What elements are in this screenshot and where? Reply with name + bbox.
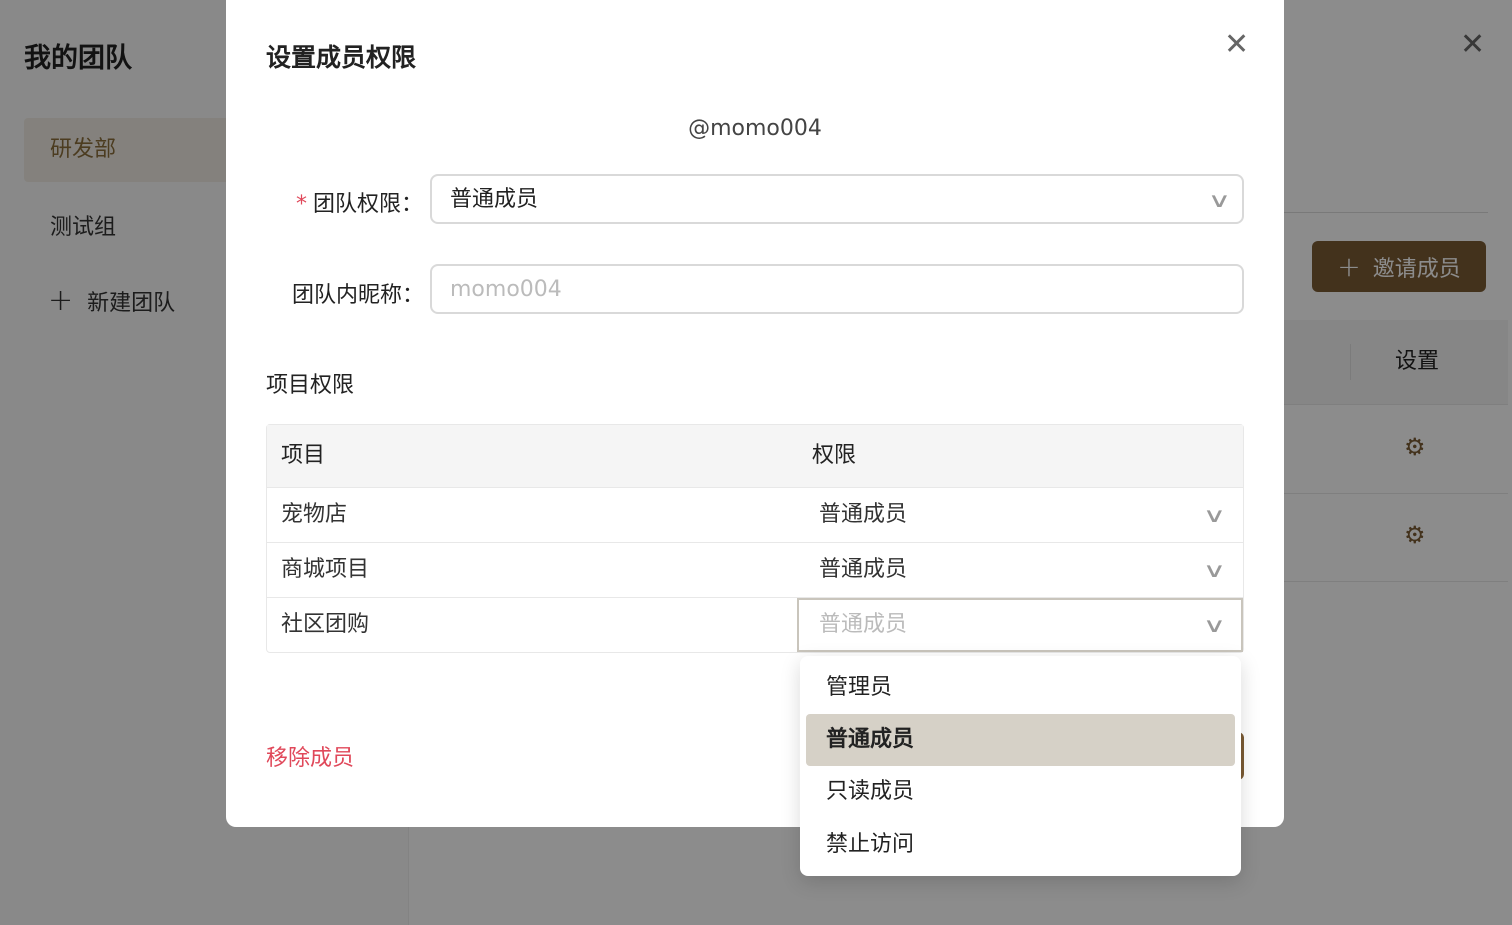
nickname-input[interactable]: momo004 — [430, 264, 1244, 314]
chevron-down-icon: ∨ — [1202, 558, 1227, 582]
project-permission-title: 项目权限 — [266, 373, 355, 398]
permission-dropdown-menu: 管理员 普通成员 只读成员 禁止访问 — [800, 656, 1241, 876]
team-permission-label: * 团队权限： — [296, 192, 424, 217]
table-row: 宠物店 普通成员 ∨ — [267, 488, 1243, 543]
project-name: 社区团购 — [281, 612, 370, 637]
project-permission-select[interactable]: 普通成员 ∨ — [797, 488, 1243, 542]
permission-value: 普通成员 — [819, 612, 908, 637]
project-column-header: 项目 — [281, 443, 326, 468]
chevron-down-icon: ∨ — [1202, 503, 1227, 527]
dropdown-option-member[interactable]: 普通成员 — [806, 714, 1235, 766]
nickname-placeholder: momo004 — [450, 277, 562, 302]
project-permission-select-open[interactable]: 普通成员 ∨ — [797, 598, 1243, 652]
project-permission-select[interactable]: 普通成员 ∨ — [797, 543, 1243, 597]
table-row: 商城项目 普通成员 ∨ — [267, 543, 1243, 598]
dropdown-option-admin[interactable]: 管理员 — [806, 662, 1235, 714]
required-asterisk: * — [296, 192, 307, 217]
dropdown-option-readonly[interactable]: 只读成员 — [806, 766, 1235, 818]
table-header: 项目 权限 — [267, 425, 1243, 488]
team-permission-value: 普通成员 — [450, 187, 539, 212]
chevron-down-icon: ∨ — [1202, 613, 1227, 637]
permission-column-header: 权限 — [812, 443, 857, 468]
team-permission-select[interactable]: 普通成员 ∨ — [430, 174, 1244, 224]
project-name: 宠物店 — [281, 502, 348, 527]
permission-value: 普通成员 — [819, 502, 908, 527]
chevron-down-icon: ∨ — [1207, 188, 1232, 212]
project-permission-table: 项目 权限 宠物店 普通成员 ∨ 商城项目 普通成员 ∨ 社区团购 普通成员 ∨ — [266, 424, 1244, 653]
close-icon[interactable]: ✕ — [1224, 30, 1249, 60]
nickname-label: 团队内昵称： — [292, 283, 425, 308]
modal-title: 设置成员权限 — [266, 43, 417, 72]
table-row: 社区团购 普通成员 ∨ — [267, 598, 1243, 652]
project-name: 商城项目 — [281, 557, 370, 582]
remove-member-link[interactable]: 移除成员 — [266, 740, 354, 772]
member-username: @momo004 — [688, 116, 822, 141]
dropdown-option-forbidden[interactable]: 禁止访问 — [806, 819, 1235, 871]
permission-value: 普通成员 — [819, 557, 908, 582]
